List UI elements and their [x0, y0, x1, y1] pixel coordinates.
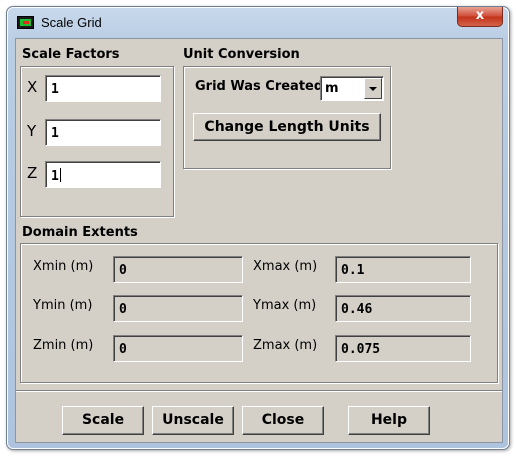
- scale-z-input[interactable]: 1: [45, 161, 161, 188]
- separator: [16, 390, 502, 392]
- zmax-label: Zmax (m): [253, 338, 318, 353]
- zmin-field: 0: [113, 335, 243, 362]
- domain-extents-group: Xmin (m) 0 Xmax (m) 0.1 Ymin (m) 0 Ymax …: [20, 243, 498, 383]
- x-label: X: [27, 78, 38, 96]
- scale-grid-window: Scale Grid x Scale Factors X 1 Y 1 Z 1 U…: [6, 6, 510, 450]
- close-window-button[interactable]: x: [457, 7, 503, 27]
- scale-button[interactable]: Scale: [62, 406, 144, 435]
- xmax-label: Xmax (m): [253, 259, 318, 274]
- chevron-down-icon[interactable]: [364, 78, 382, 99]
- grid-unit-value: m: [325, 81, 339, 96]
- ymin-field: 0: [113, 295, 243, 322]
- ymax-label: Ymax (m): [253, 298, 317, 313]
- grid-unit-select[interactable]: m: [320, 76, 384, 101]
- scale-x-input[interactable]: 1: [45, 75, 161, 102]
- window-title: Scale Grid: [41, 15, 102, 30]
- help-button[interactable]: Help: [348, 406, 430, 435]
- zmin-label: Zmin (m): [33, 338, 94, 353]
- close-button[interactable]: Close: [242, 406, 324, 435]
- y-label: Y: [27, 122, 37, 140]
- unit-conversion-group: Grid Was Created In m Change Length Unit…: [183, 66, 391, 169]
- close-icon: x: [475, 8, 485, 23]
- scale-y-input[interactable]: 1: [45, 119, 161, 146]
- xmin-label: Xmin (m): [33, 259, 94, 274]
- zmax-field: 0.075: [335, 335, 471, 362]
- title-bar[interactable]: Scale Grid x: [7, 7, 509, 39]
- dialog-body: Scale Factors X 1 Y 1 Z 1 Unit Conversio…: [15, 38, 503, 443]
- app-icon: [17, 16, 34, 29]
- unscale-button[interactable]: Unscale: [152, 406, 234, 435]
- xmin-field: 0: [113, 256, 243, 283]
- change-length-units-button[interactable]: Change Length Units: [193, 113, 381, 141]
- scale-factors-group: X 1 Y 1 Z 1: [20, 66, 174, 217]
- domain-extents-heading: Domain Extents: [22, 225, 138, 240]
- scale-factors-heading: Scale Factors: [22, 47, 120, 62]
- unit-conversion-heading: Unit Conversion: [183, 47, 300, 62]
- ymax-field: 0.46: [335, 295, 471, 322]
- xmax-field: 0.1: [335, 256, 471, 283]
- z-label: Z: [27, 164, 38, 182]
- ymin-label: Ymin (m): [33, 298, 93, 313]
